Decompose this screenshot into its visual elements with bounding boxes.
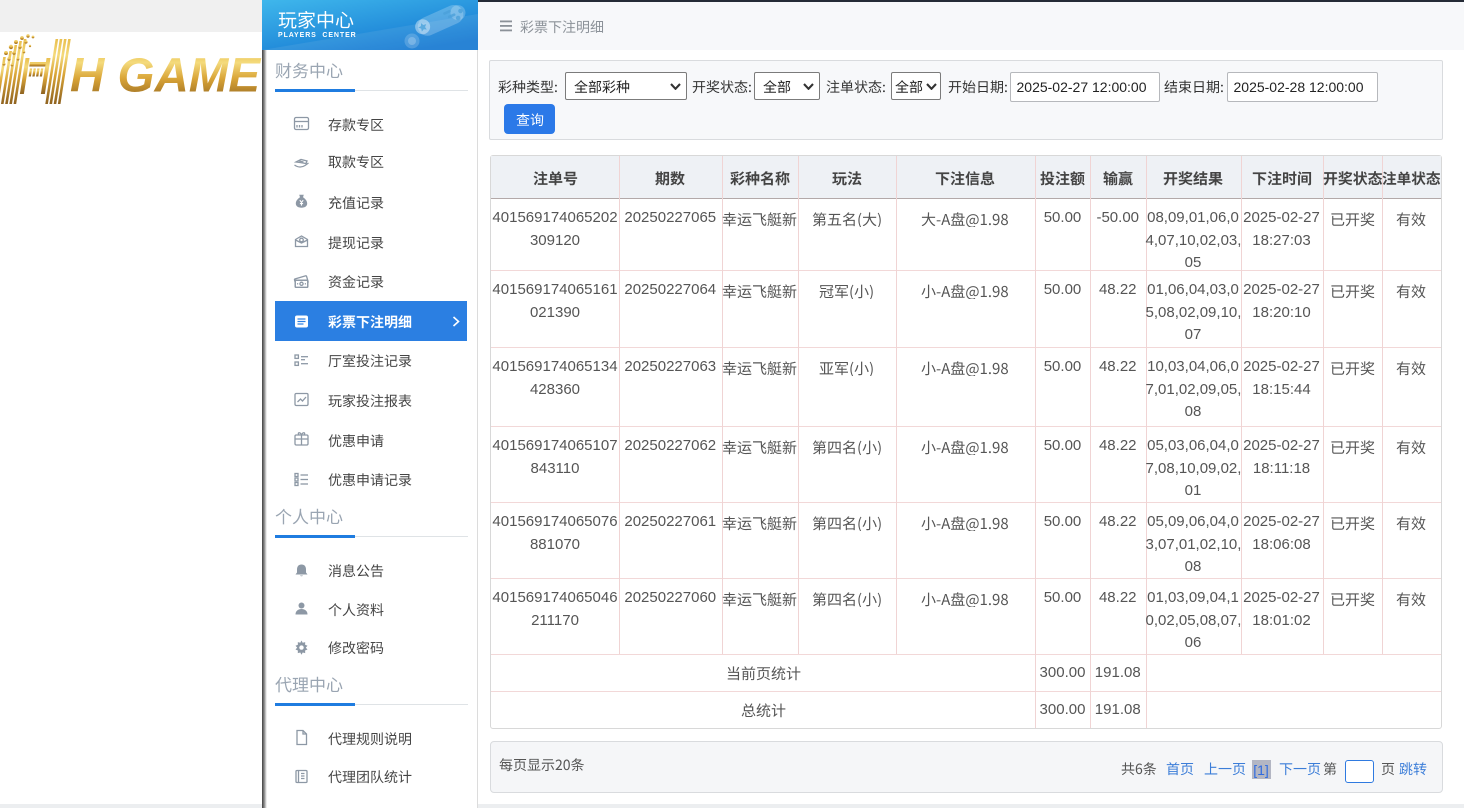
svg-text:H GAME: H GAME xyxy=(70,50,262,103)
